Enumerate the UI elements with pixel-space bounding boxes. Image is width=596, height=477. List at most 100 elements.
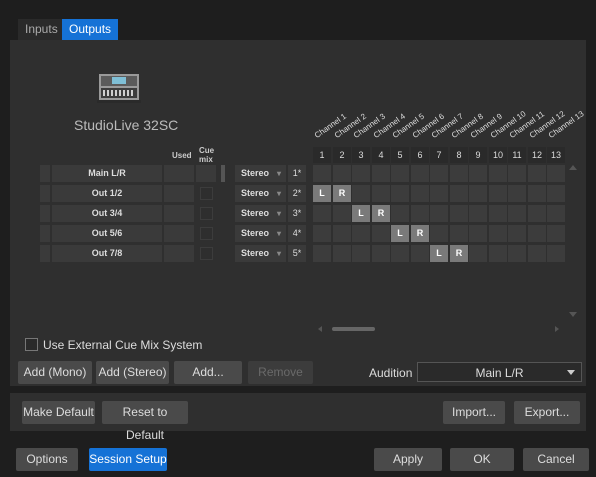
matrix-cell[interactable] [508, 205, 526, 222]
mode-select[interactable]: Stereo ▾ [235, 165, 286, 182]
matrix-cell[interactable] [411, 245, 429, 262]
reset-default-button[interactable]: Reset to Default [102, 401, 188, 442]
output-row[interactable]: Out 1/2 Stereo ▾ 2* [40, 185, 320, 202]
matrix-cell[interactable] [450, 225, 468, 242]
matrix-cell[interactable]: R [411, 225, 429, 242]
matrix-cell[interactable]: R [372, 205, 390, 222]
matrix-cell[interactable] [391, 185, 409, 202]
matrix-cell[interactable] [450, 185, 468, 202]
matrix-cell[interactable] [372, 165, 390, 182]
matrix-cell[interactable] [391, 165, 409, 182]
matrix-cell[interactable] [372, 225, 390, 242]
matrix-cell[interactable] [508, 185, 526, 202]
matrix-cell[interactable] [372, 185, 390, 202]
matrix-cell[interactable] [528, 185, 546, 202]
import-button[interactable]: Import... [443, 401, 505, 424]
matrix-cell[interactable] [528, 225, 546, 242]
output-name[interactable]: Out 3/4 [52, 205, 162, 222]
options-button[interactable]: Options [16, 448, 78, 471]
matrix-cell[interactable] [430, 225, 448, 242]
scroll-down-icon[interactable] [569, 312, 577, 317]
cancel-button[interactable]: Cancel [523, 448, 589, 471]
row-handle[interactable] [40, 165, 50, 182]
matrix-cell[interactable] [489, 165, 507, 182]
mode-select[interactable]: Stereo ▾ [235, 225, 286, 242]
matrix-cell[interactable] [489, 245, 507, 262]
matrix-cell[interactable] [508, 245, 526, 262]
cue-mix-checkbox[interactable] [200, 247, 213, 260]
matrix-cell[interactable] [313, 165, 331, 182]
output-row[interactable]: Out 7/8 Stereo ▾ 5* [40, 245, 320, 262]
matrix-cell[interactable] [508, 225, 526, 242]
matrix-cell[interactable] [508, 165, 526, 182]
apply-button[interactable]: Apply [374, 448, 442, 471]
cue-mix-checkbox[interactable] [200, 227, 213, 240]
matrix-cell[interactable] [489, 205, 507, 222]
tab-inputs[interactable]: Inputs [18, 19, 65, 40]
row-handle[interactable] [40, 225, 50, 242]
matrix-cell[interactable]: R [450, 245, 468, 262]
matrix-cell[interactable] [469, 225, 487, 242]
matrix-cell[interactable] [469, 165, 487, 182]
mode-select[interactable]: Stereo ▾ [235, 205, 286, 222]
matrix-cell[interactable] [411, 205, 429, 222]
matrix-cell[interactable] [352, 165, 370, 182]
matrix-cell[interactable] [547, 165, 565, 182]
matrix-cell[interactable]: R [333, 185, 351, 202]
cue-mix-checkbox[interactable] [196, 165, 216, 182]
scroll-left-icon[interactable] [318, 326, 322, 332]
row-handle[interactable] [40, 245, 50, 262]
matrix-cell[interactable]: L [430, 245, 448, 262]
mode-select[interactable]: Stereo ▾ [235, 245, 286, 262]
output-row[interactable]: Out 5/6 Stereo ▾ 4* [40, 225, 320, 242]
matrix-cell[interactable] [411, 185, 429, 202]
matrix-cell[interactable] [528, 205, 546, 222]
matrix-cell[interactable] [313, 245, 331, 262]
scroll-right-icon[interactable] [555, 326, 559, 332]
add-mono-button[interactable]: Add (Mono) [18, 361, 92, 384]
matrix-cell[interactable]: L [391, 225, 409, 242]
matrix-cell[interactable] [547, 205, 565, 222]
matrix-cell[interactable] [352, 225, 370, 242]
make-default-button[interactable]: Make Default [22, 401, 95, 424]
remove-button[interactable]: Remove [248, 361, 313, 384]
output-name[interactable]: Out 7/8 [52, 245, 162, 262]
matrix-cell[interactable] [333, 225, 351, 242]
matrix-cell[interactable]: L [352, 205, 370, 222]
output-row[interactable]: Out 3/4 Stereo ▾ 3* [40, 205, 320, 222]
mode-select[interactable]: Stereo ▾ [235, 185, 286, 202]
matrix-cell[interactable] [469, 205, 487, 222]
audition-select[interactable]: Main L/R [417, 362, 582, 382]
matrix-cell[interactable] [450, 205, 468, 222]
tab-outputs[interactable]: Outputs [62, 19, 119, 40]
cue-mix-checkbox[interactable] [200, 187, 213, 200]
matrix-cell[interactable] [469, 185, 487, 202]
row-handle[interactable] [40, 185, 50, 202]
row-handle[interactable] [40, 205, 50, 222]
matrix-cell[interactable] [372, 245, 390, 262]
matrix-cell[interactable] [391, 245, 409, 262]
cue-mix-checkbox[interactable] [200, 207, 213, 220]
matrix-cell[interactable] [430, 185, 448, 202]
scroll-up-icon[interactable] [569, 165, 577, 170]
matrix-cell[interactable] [352, 185, 370, 202]
matrix-cell[interactable] [391, 205, 409, 222]
matrix-cell[interactable] [450, 165, 468, 182]
matrix-cell[interactable] [547, 245, 565, 262]
external-cue-checkbox[interactable] [25, 338, 38, 351]
matrix-cell[interactable] [333, 205, 351, 222]
matrix-cell[interactable] [333, 165, 351, 182]
horizontal-scrollbar[interactable] [332, 327, 375, 331]
matrix-cell[interactable] [313, 205, 331, 222]
matrix-cell[interactable] [313, 225, 331, 242]
export-button[interactable]: Export... [514, 401, 580, 424]
output-name[interactable]: Out 1/2 [52, 185, 162, 202]
matrix-cell[interactable] [547, 185, 565, 202]
output-name[interactable]: Main L/R [52, 165, 162, 182]
add-stereo-button[interactable]: Add (Stereo) [96, 361, 169, 384]
matrix-cell[interactable] [430, 205, 448, 222]
matrix-cell[interactable] [430, 165, 448, 182]
matrix-cell[interactable] [528, 165, 546, 182]
matrix-cell[interactable] [333, 245, 351, 262]
session-setup-button[interactable]: Session Setup [89, 448, 167, 471]
